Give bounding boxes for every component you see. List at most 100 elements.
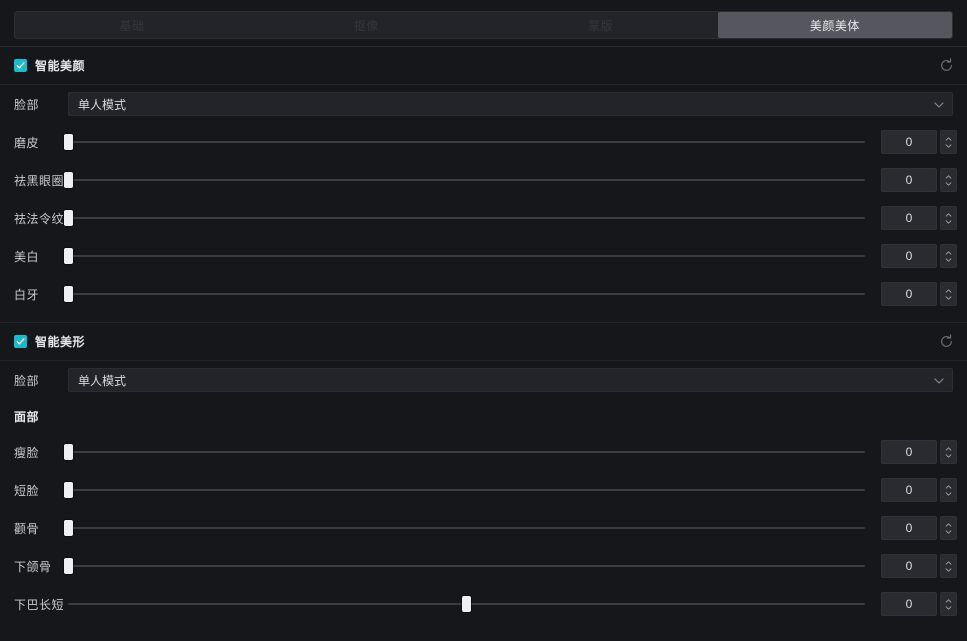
slider-chin-length[interactable] <box>68 593 865 615</box>
slider-mopi[interactable] <box>63 131 865 153</box>
numberbox-chin-length: 0 <box>881 592 957 616</box>
chevron-down-icon <box>934 97 944 111</box>
slider-handle[interactable] <box>462 596 471 612</box>
slider-teeth-whitening[interactable] <box>63 283 865 305</box>
slider-handle[interactable] <box>63 248 73 264</box>
row-face-mode-beauty: 脸部 单人模式 <box>0 85 967 123</box>
smart-beauty-checkbox[interactable] <box>14 59 27 72</box>
slider-cheekbone[interactable] <box>63 517 865 539</box>
numberbox-slim-face: 0 <box>881 440 957 464</box>
tab-mask[interactable]: 蒙版 <box>484 12 718 38</box>
slider-track <box>68 527 865 529</box>
label-dark-circles: 祛黑眼圈 <box>14 173 65 188</box>
slider-track <box>68 565 865 567</box>
reset-arrow-icon[interactable] <box>935 55 957 77</box>
numberbox-nasolabial: 0 <box>881 206 957 230</box>
settings-panel: 智能美颜 脸部 单人模式 磨皮 0 祛黑眼圈 0 祛法令纹 0 美白 0 白牙 … <box>0 47 967 641</box>
numberbox-jawbone: 0 <box>881 554 957 578</box>
slider-handle[interactable] <box>63 210 73 226</box>
number-input-teeth-whitening[interactable]: 0 <box>881 282 937 306</box>
slider-handle[interactable] <box>63 444 73 460</box>
label-chin-length: 下巴长短 <box>14 597 65 612</box>
row-slider-whitening: 美白 0 <box>0 237 967 275</box>
stepper-chin-length[interactable] <box>940 592 957 616</box>
stepper-cheekbone[interactable] <box>940 516 957 540</box>
stepper-jawbone[interactable] <box>940 554 957 578</box>
smart-reshape-checkbox[interactable] <box>14 335 27 348</box>
row-slider-mopi: 磨皮 0 <box>0 123 967 161</box>
number-input-jawbone[interactable]: 0 <box>881 554 937 578</box>
number-input-nasolabial[interactable]: 0 <box>881 206 937 230</box>
row-slider-cheekbone: 颧骨 0 <box>0 509 967 547</box>
number-input-cheekbone[interactable]: 0 <box>881 516 937 540</box>
slider-track <box>68 141 865 143</box>
stepper-whitening[interactable] <box>940 244 957 268</box>
row-slider-nasolabial: 祛法令纹 0 <box>0 199 967 237</box>
tab-chroma-key[interactable]: 抠像 <box>249 12 483 38</box>
numberbox-short-face: 0 <box>881 478 957 502</box>
stepper-dark-circles[interactable] <box>940 168 957 192</box>
slider-track <box>68 293 865 295</box>
stepper-nasolabial[interactable] <box>940 206 957 230</box>
label-cheekbone: 颧骨 <box>14 521 40 536</box>
number-input-whitening[interactable]: 0 <box>881 244 937 268</box>
numberbox-teeth-whitening: 0 <box>881 282 957 306</box>
slider-nasolabial[interactable] <box>63 207 865 229</box>
row-slider-short-face: 短脸 0 <box>0 471 967 509</box>
subheading-face: 面部 <box>14 409 40 424</box>
numberbox-cheekbone: 0 <box>881 516 957 540</box>
slider-track <box>68 451 865 453</box>
numberbox-mopi: 0 <box>881 130 957 154</box>
section-smart-beauty: 智能美颜 脸部 单人模式 磨皮 0 祛黑眼圈 0 祛法令纹 0 美白 0 白牙 … <box>0 47 967 313</box>
label-jawbone: 下颌骨 <box>14 559 52 574</box>
label-nasolabial: 祛法令纹 <box>14 211 65 226</box>
slider-track <box>68 217 865 219</box>
label-teeth-whitening: 白牙 <box>14 287 40 302</box>
chevron-down-icon <box>934 373 944 387</box>
numberbox-whitening: 0 <box>881 244 957 268</box>
row-slider-teeth-whitening: 白牙 0 <box>0 275 967 313</box>
slider-track <box>68 179 865 181</box>
number-input-mopi[interactable]: 0 <box>881 130 937 154</box>
stepper-slim-face[interactable] <box>940 440 957 464</box>
label-face-mode-reshape: 脸部 <box>14 373 40 388</box>
slider-handle[interactable] <box>63 134 73 150</box>
slider-whitening[interactable] <box>63 245 865 267</box>
label-mopi: 磨皮 <box>14 135 40 150</box>
label-slim-face: 瘦脸 <box>14 445 40 460</box>
tab-beauty[interactable]: 美颜美体 <box>717 12 952 38</box>
slider-slim-face[interactable] <box>63 441 865 463</box>
row-slider-jawbone: 下颌骨 0 <box>0 547 967 585</box>
select-face-mode-beauty-value: 单人模式 <box>78 97 127 112</box>
stepper-short-face[interactable] <box>940 478 957 502</box>
slider-jawbone[interactable] <box>63 555 865 577</box>
slider-handle[interactable] <box>63 482 73 498</box>
section-title-smart-reshape: 智能美形 <box>35 335 86 349</box>
row-slider-dark-circles: 祛黑眼圈 0 <box>0 161 967 199</box>
stepper-mopi[interactable] <box>940 130 957 154</box>
select-face-mode-reshape-value: 单人模式 <box>78 373 127 388</box>
section-header-smart-beauty: 智能美颜 <box>0 47 967 84</box>
stepper-teeth-whitening[interactable] <box>940 282 957 306</box>
numberbox-dark-circles: 0 <box>881 168 957 192</box>
select-face-mode-beauty[interactable]: 单人模式 <box>68 92 953 116</box>
reset-arrow-icon[interactable] <box>935 331 957 353</box>
number-input-short-face[interactable]: 0 <box>881 478 937 502</box>
row-slider-chin-length: 下巴长短 0 <box>0 585 967 623</box>
slider-track <box>68 489 865 491</box>
slider-short-face[interactable] <box>63 479 865 501</box>
section-title-smart-beauty: 智能美颜 <box>35 59 86 73</box>
number-input-slim-face[interactable]: 0 <box>881 440 937 464</box>
section-smart-reshape: 智能美形 脸部 单人模式 面部 瘦脸 0 短脸 0 颧骨 0 下颌骨 0 下巴长… <box>0 323 967 623</box>
tab-basic[interactable]: 基础 <box>15 12 249 38</box>
slider-handle[interactable] <box>63 558 73 574</box>
slider-dark-circles[interactable] <box>63 169 865 191</box>
number-input-dark-circles[interactable]: 0 <box>881 168 937 192</box>
row-face-mode-reshape: 脸部 单人模式 <box>0 361 967 399</box>
slider-handle[interactable] <box>63 172 73 188</box>
number-input-chin-length[interactable]: 0 <box>881 592 937 616</box>
slider-handle[interactable] <box>63 286 73 302</box>
slider-handle[interactable] <box>63 520 73 536</box>
select-face-mode-reshape[interactable]: 单人模式 <box>68 368 953 392</box>
section-header-smart-reshape: 智能美形 <box>0 323 967 360</box>
